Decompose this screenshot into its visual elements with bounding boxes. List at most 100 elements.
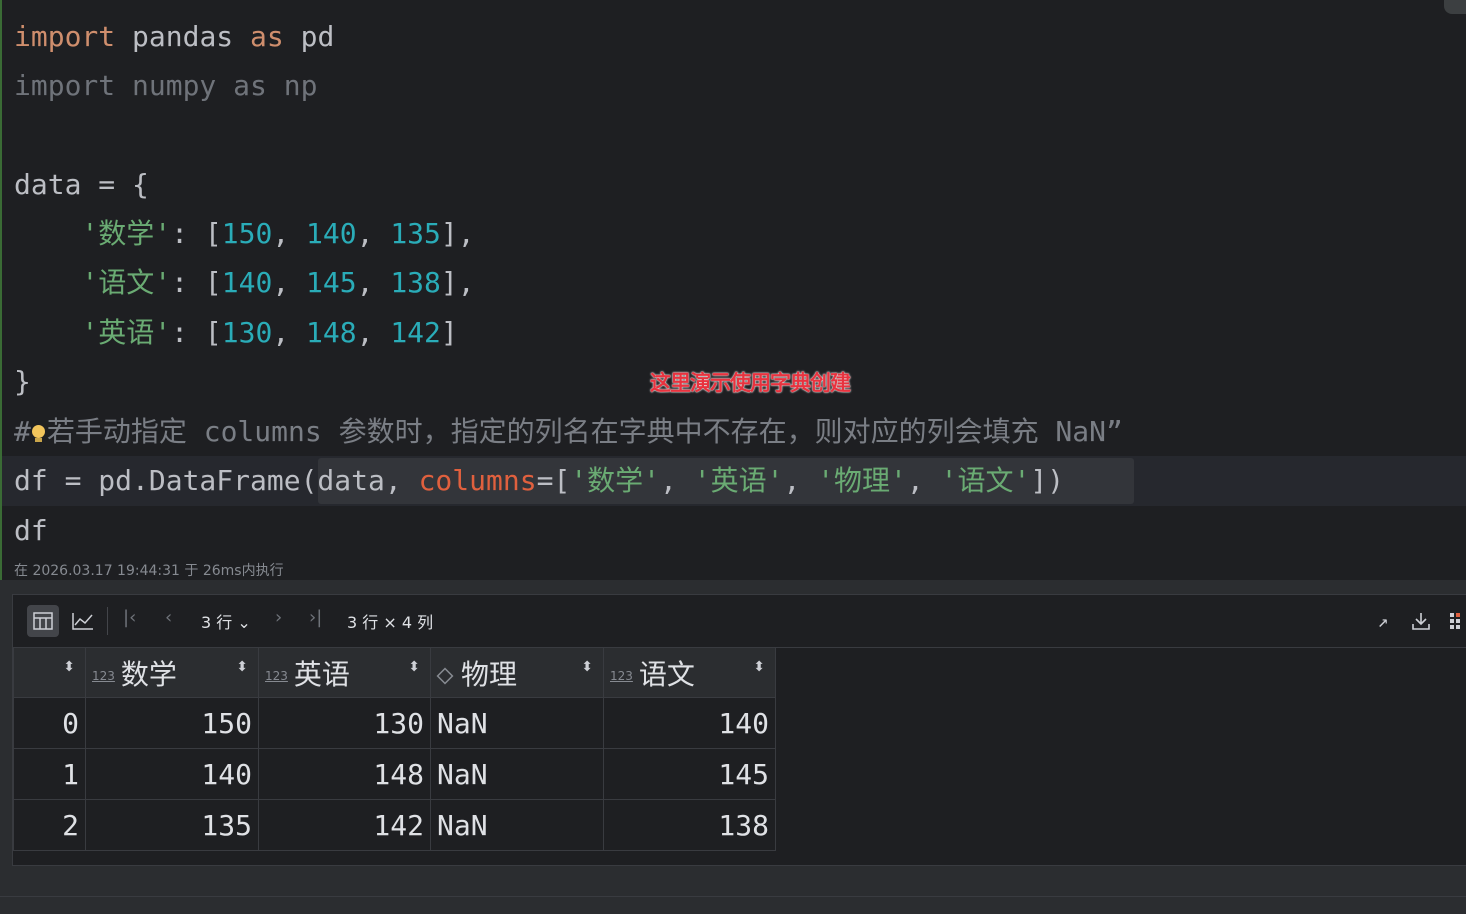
dict-key: '英语' [81,316,172,349]
sort-icon[interactable]: ⬍ [753,660,765,674]
first-page-icon[interactable]: |‹ [123,607,136,628]
code-line-df[interactable]: df = pd.DataFrame(data, columns=['数学', '… [14,461,1064,501]
chart-view-button[interactable] [67,605,99,637]
string: '数学' [570,464,661,497]
code-line-dict-row[interactable]: '数学': [150, 140, 135], [14,214,475,254]
number: 135 [390,217,441,250]
bottom-scrollbar-area[interactable] [0,896,1466,914]
cell[interactable]: 140 [85,748,259,800]
string: '语文' [940,464,1031,497]
next-page-icon[interactable]: › [275,607,282,628]
number: 140 [306,217,357,250]
dataframe-viewer: |‹ ‹ 3 行 ⌄ › ›| 3 行 × 4 列 ↗ ⬍ 123 数学 ⬍ 123… [12,594,1466,866]
shape-label: 3 行 × 4 列 [347,613,434,632]
code-line-dict-row[interactable]: '语文': [140, 145, 138], [14,263,475,303]
dict-key: '数学' [81,217,172,250]
table-row[interactable]: 1 140 148 NaN 145 [13,748,776,800]
column-header[interactable]: 123 语文 ⬍ [603,647,776,698]
number: 142 [390,316,441,349]
cell[interactable]: 148 [258,748,431,800]
chevron-down-icon: ⌄ [237,613,251,632]
grid-icon [1450,613,1460,629]
dataframe-table: ⬍ 123 数学 ⬍ 123 英语 ⬍ 物理 ⬍ 123 语文 ⬍ 0 150 130 NaN… [13,647,776,851]
table-row[interactable]: 2 135 142 NaN 138 [13,799,776,851]
string: '英语' [693,464,784,497]
code-editor[interactable]: import pandas as pd import numpy as np d… [0,0,1466,580]
column-header[interactable]: 123 数学 ⬍ [85,647,259,698]
code-line-last[interactable]: df [14,511,48,551]
cell[interactable]: 140 [603,697,776,749]
cell[interactable]: 138 [603,799,776,851]
open-external-button[interactable]: ↗ [1367,605,1399,637]
sort-icon[interactable]: ⬍ [63,660,75,674]
code-segment: df = pd.DataFrame(data, [14,464,419,497]
module-alias: pd [283,20,335,53]
code-line-1[interactable]: import pandas as pd [14,17,334,57]
cell[interactable]: 135 [85,799,259,851]
cell[interactable]: NaN [430,799,604,851]
more-options-button[interactable] [1445,605,1466,637]
punct: ], [440,266,475,299]
cell[interactable]: 150 [85,697,259,749]
last-page-icon[interactable]: ›| [309,607,322,628]
column-name: 语文 [638,657,695,691]
arrow-up-right-icon: ↗ [1377,610,1389,632]
index-header[interactable]: ⬍ [13,647,86,698]
number: 148 [306,316,357,349]
cell[interactable]: NaN [430,697,604,749]
execution-info: 在 2026.03.17 19:44:31 于 26ms内执行 [14,563,284,579]
keyword-import: import [14,20,116,53]
number: 150 [221,217,273,250]
number: 145 [306,266,357,299]
column-header[interactable]: 123 英语 ⬍ [258,647,431,698]
sort-icon[interactable]: ⬍ [236,660,248,674]
rows-select[interactable]: 3 行 ⌄ [201,609,251,633]
dict-key: '语文' [81,266,172,299]
viewer-toolbar: |‹ ‹ 3 行 ⌄ › ›| 3 行 × 4 列 ↗ [13,595,1466,648]
sort-icon[interactable]: ⬍ [581,660,593,674]
punct: ] [440,316,458,349]
download-icon [1412,613,1430,630]
punct: ], [440,217,475,250]
code-line-close[interactable]: } [14,362,31,402]
table-icon [33,612,53,630]
cell[interactable]: 145 [603,748,776,800]
sort-icon[interactable]: ⬍ [408,660,420,674]
code-segment: ]) [1030,464,1065,497]
module-name: pandas [115,20,251,53]
row-index: 2 [13,799,86,851]
table-row[interactable]: 0 150 130 NaN 140 [13,697,776,749]
comment-hash: # [14,415,31,448]
code-line-2[interactable]: import numpy as np [14,66,317,106]
param-columns: columns [418,464,537,497]
download-button[interactable] [1405,605,1437,637]
row-index: 1 [13,748,86,800]
annotation-label: 这里演示使用字典创建 [650,371,851,395]
cell[interactable]: NaN [430,748,604,800]
number: 138 [390,266,441,299]
object-type-icon [436,667,454,684]
code-line-comment[interactable]: # 若手动指定 columns 参数时，指定的列名在字典中不存在，则对应的列会填充… [14,412,1123,452]
string: '物理' [817,464,907,497]
toolbar-separator [107,607,108,635]
rows-select-value: 3 行 [201,613,233,632]
cell[interactable]: 130 [258,697,431,749]
code-line-4[interactable]: data = { [14,165,149,205]
numeric-type-icon: 123 [92,668,115,683]
column-name: 英语 [293,657,350,691]
comment-text: 若手动指定 columns 参数时，指定的列名在字典中不存在，则对应的列会填充 … [46,415,1123,448]
row-index: 0 [13,697,86,749]
column-header[interactable]: 物理 ⬍ [430,647,604,698]
numeric-type-icon: 123 [610,668,633,683]
cell[interactable]: 142 [258,799,431,851]
number: 140 [221,266,273,299]
lightbulb-icon[interactable] [31,424,45,442]
code-line-dict-row[interactable]: '英语': [130, 148, 142] [14,313,458,353]
prev-page-icon[interactable]: ‹ [165,607,172,628]
chart-icon [72,613,93,630]
corner-indicator [1444,0,1466,14]
numeric-type-icon: 123 [265,668,288,683]
table-view-button[interactable] [27,605,59,637]
code-segment: =[ [536,464,571,497]
keyword-as: as [250,20,284,53]
